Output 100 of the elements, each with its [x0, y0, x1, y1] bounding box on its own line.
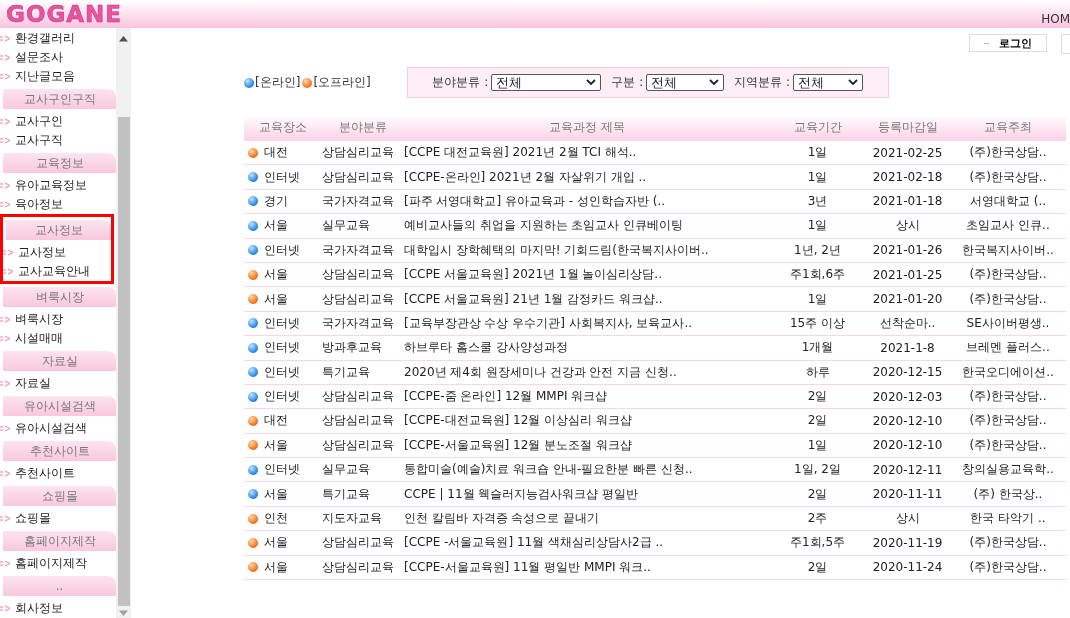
table-cell-text: 한국복지사이버.. [961, 241, 1055, 259]
course-link[interactable]: [CCPE 서울교육원] 21년 1월 감정카드 워크샵.. [404, 290, 770, 308]
scroll-thumb[interactable] [117, 117, 130, 606]
sidebar-link[interactable]: 유아교육정보 [0, 176, 116, 195]
table-cell-text: 2일 [806, 485, 829, 503]
sidebar-link[interactable]: 홈페이지제작 [0, 554, 116, 573]
table-cell-text: 한국오디에이션.. [961, 363, 1055, 381]
table-cell-text: 1일, 2일 [793, 461, 842, 479]
link-label: 환경갤러리 [15, 30, 75, 47]
sidebar-link[interactable]: 자료실 [0, 374, 116, 393]
table-cell-text: 1일 [806, 144, 829, 162]
course-link[interactable]: 예비교사들의 취업을 지원하는 초임교사 인큐베이팅 [404, 217, 770, 235]
table-cell: 서울 [264, 290, 288, 308]
sidebar-link[interactable]: 쇼핑몰 [0, 509, 116, 528]
sidebar-link[interactable]: 교사교육안내 [3, 262, 111, 281]
table-cell-text: (주)한국상담.. [968, 144, 1048, 162]
up-arrow-icon[interactable] [119, 36, 128, 42]
link-label: 회사정보 [15, 600, 63, 617]
table-cell: 서울 [264, 485, 288, 503]
arrow-icon [0, 316, 11, 323]
link-label: 교사구인 [15, 113, 63, 130]
table-cell: 인터넷 [264, 314, 300, 332]
section-header: 쇼핑몰 [3, 486, 116, 506]
course-link[interactable]: [CCPE 서울교육원] 2021년 1월 놀이심리상담.. [404, 266, 770, 284]
link-label: 설문조사 [15, 49, 63, 66]
column-header: 교육기간 [792, 119, 843, 136]
table-cell-text: 2020-12-10 [871, 438, 944, 453]
sidebar-link[interactable]: 지난글모음 [0, 67, 116, 86]
link-label: 교사교육안내 [18, 263, 90, 280]
table-cell-text: 상담심리교육 [322, 412, 395, 430]
sidebar-link[interactable]: 벼룩시장 [0, 310, 116, 329]
arrow-icon [0, 35, 11, 42]
table-cell-text: 2일 [806, 412, 829, 430]
link-label: 추천사이트 [15, 465, 75, 482]
scrollbar[interactable] [116, 28, 131, 618]
filter-select[interactable]: 전체 [646, 74, 725, 91]
table-cell: 서울 [264, 436, 288, 454]
link-label: 교사구직 [15, 132, 63, 149]
table-cell-text: (주)한국상담.. [968, 558, 1048, 576]
link-label: 유아시설검색 [15, 420, 87, 437]
table-cell: 인터넷 [264, 241, 300, 259]
table-cell-text: 1일 [806, 168, 829, 186]
course-link[interactable]: [CCPE-온라인] 2021년 2월 자살위기 개입 .. [404, 168, 770, 186]
column-header: 교육장소 [258, 119, 308, 136]
course-link[interactable]: [CCPE-대전교육원] 12월 이상심리 워크샵 [404, 412, 770, 430]
table-cell-text: 2021-01-26 [871, 243, 944, 258]
arrow-icon [0, 560, 11, 567]
course-link[interactable]: [CCPE-서울교육원] 11월 평일반 MMPI 워크.. [404, 558, 770, 576]
menu-button[interactable] [1061, 34, 1070, 54]
course-link[interactable]: [CCPE-서울교육원] 12월 분노조절 워크샵 [404, 436, 770, 454]
table-cell: 서울 [264, 534, 288, 552]
arrow-icon [0, 380, 11, 387]
table-cell-text: 국가자격교육 [322, 241, 395, 259]
nav-link[interactable]: HOM [1041, 12, 1070, 26]
down-arrow-icon[interactable] [119, 610, 128, 616]
table-cell-text: 상시 [894, 217, 921, 235]
section-header: 자료실 [3, 351, 116, 371]
sidebar-link[interactable]: 설문조사 [0, 48, 116, 67]
sidebar-link[interactable]: 육아정보 [0, 195, 116, 214]
course-link[interactable]: 대학입시 장학혜택의 마지막! 기회드림(한국복지사이버.. [404, 241, 770, 259]
table-cell-text: 2일 [806, 388, 829, 406]
sidebar-link[interactable]: 교사구인 [0, 112, 116, 131]
table-cell: 서울 [264, 217, 288, 235]
table-cell-text: 15주 이상 [788, 314, 847, 332]
login-button[interactable]: 로그인 [969, 34, 1047, 52]
link-label: 홈페이지제작 [15, 555, 87, 572]
table-cell-text: 2021-01-20 [871, 292, 944, 307]
sidebar-link[interactable]: 환경갤러리 [0, 29, 116, 48]
filter-select[interactable]: 전체 [491, 74, 602, 91]
table-cell-text: 상담심리교육 [322, 388, 395, 406]
section-header: .. [3, 576, 116, 596]
section-header: 추천사이트 [3, 441, 116, 461]
column-header: 교육과정 제목 [548, 119, 626, 136]
sidebar-link[interactable]: 시설매매 [0, 329, 116, 348]
course-link[interactable]: 2020년 제4회 원장세미나 건강과 안전 지금 신청.. [404, 363, 770, 381]
arrow-icon [0, 425, 11, 432]
course-link[interactable]: 하브루타 홈스쿨 강사양성과정 [404, 339, 770, 357]
sidebar-link[interactable]: 교사구직 [0, 131, 116, 150]
sidebar-link[interactable]: 추천사이트 [0, 464, 116, 483]
course-link[interactable]: [CCPE 대전교육원] 2021년 2월 TCI 해석.. [404, 144, 770, 162]
section-header: 벼룩시장 [3, 287, 116, 307]
sidebar-link[interactable]: 유아시설검색 [0, 419, 116, 438]
filter-select[interactable]: 전체 [793, 74, 864, 91]
filter-label: 분야분류 : [432, 74, 489, 91]
table-cell-text: 초임교사 인큐.. [965, 217, 1051, 235]
sidebar-link[interactable]: 교사정보 [3, 243, 111, 262]
table-cell-text: 상담심리교육 [322, 534, 395, 552]
course-link[interactable]: [CCPE -서울교육원] 11월 색채심리상담사2급 .. [404, 534, 770, 552]
table-cell-text: 2020-11-11 [871, 487, 944, 502]
course-link[interactable]: [CCPE-줌 온라인] 12월 MMPI 워크샵 [404, 388, 770, 406]
course-link[interactable]: 통합미술(예술)치료 워크숍 안내-필요한분 빠른 신청.. [404, 461, 770, 479]
course-link[interactable]: CCPE | 11월 웩슬러지능검사워크샵 평일반 [404, 485, 770, 503]
arrow-icon [0, 137, 11, 144]
link-label: 유아교육정보 [15, 177, 87, 194]
sidebar-link[interactable]: 회사정보 [0, 599, 116, 618]
section-header: 홈페이지제작 [3, 531, 116, 551]
course-link[interactable]: 인천 칼림바 자격증 속성으로 끝내기 [404, 510, 770, 528]
course-link[interactable]: [파주 서영대학교] 유아교육과 - 성인학습자반 (.. [404, 192, 770, 210]
table-cell-text: 상담심리교육 [322, 290, 395, 308]
course-link[interactable]: [교육부장관상 수상 우수기관] 사회복지사, 보육교사.. [404, 314, 770, 332]
